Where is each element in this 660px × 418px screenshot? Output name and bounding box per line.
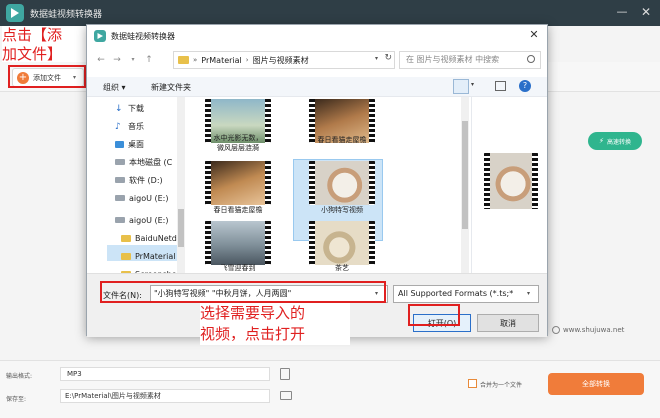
nav-item-label: aigoU (E:) bbox=[129, 215, 169, 225]
video-thumbnail[interactable] bbox=[205, 221, 271, 265]
fast-convert-label: 高速转换 bbox=[606, 138, 631, 146]
nav-item-label: BaiduNetd bbox=[135, 233, 177, 243]
breadcrumb-prmaterial[interactable]: PrMaterial bbox=[201, 56, 241, 65]
video-thumbnail[interactable] bbox=[205, 161, 271, 205]
nav-item-label: 桌面 bbox=[128, 139, 144, 149]
nav-item[interactable]: 桌面 bbox=[115, 137, 144, 151]
nav-item-label: 本地磁盘 (C bbox=[129, 157, 173, 167]
dialog-nav-bar: ← → ▾ ↑ » PrMaterial › 图片与视频素材 ▾ ↻ 在 图片与… bbox=[87, 51, 547, 71]
nav-item[interactable]: PrMaterial bbox=[121, 249, 175, 263]
nav-item[interactable]: 本地磁盘 (C bbox=[115, 155, 172, 169]
new-folder-button[interactable]: 新建文件夹 bbox=[151, 82, 191, 93]
file-type-select[interactable]: All Supported Formats (*.ts;* bbox=[393, 285, 539, 303]
file-label[interactable]: 水中光影无数， 微风层层涟漪 bbox=[190, 133, 286, 153]
file-label[interactable]: 飞雪迎春到 bbox=[190, 263, 286, 273]
cancel-button[interactable]: 取消 bbox=[477, 314, 539, 332]
add-file-callout: 点击【添 加文件】 bbox=[2, 26, 92, 64]
nav-item-label: PrMaterial bbox=[135, 251, 176, 261]
disk-icon bbox=[115, 159, 125, 165]
breadcrumb-separator: › bbox=[245, 56, 249, 64]
dialog-titlebar: 数据蛙视频转换器 ✕ bbox=[87, 25, 547, 47]
merge-checkbox[interactable] bbox=[468, 379, 477, 388]
preview-pane bbox=[471, 97, 547, 273]
folder-icon bbox=[178, 56, 189, 64]
close-icon[interactable]: ✕ bbox=[638, 4, 654, 20]
breadcrumb-separator: » bbox=[193, 56, 198, 64]
file-label[interactable]: 春日看猫走屋檐 bbox=[190, 205, 286, 215]
download-icon: ↓ bbox=[115, 103, 123, 114]
app-title: 数据蛙视频转换器 bbox=[30, 10, 103, 20]
search-input[interactable]: 在 图片与视频素材 中搜索 bbox=[399, 51, 541, 69]
open-button-highlight-frame bbox=[408, 304, 460, 326]
video-thumbnail[interactable] bbox=[309, 221, 375, 265]
file-label[interactable]: 茶艺 bbox=[294, 263, 390, 273]
desktop-icon bbox=[115, 140, 124, 148]
watermark-text: www.shujuwa.net bbox=[563, 326, 625, 334]
nav-item[interactable]: ♪ 音乐 bbox=[115, 119, 144, 133]
files-scrollbar-thumb[interactable] bbox=[462, 121, 468, 229]
merge-label: 合并为一个文件 bbox=[480, 382, 523, 389]
filename-highlight-frame bbox=[100, 281, 386, 303]
output-format-select[interactable]: MP3 bbox=[60, 367, 270, 381]
app-logo-icon bbox=[6, 4, 24, 22]
nav-item[interactable]: BaiduNetd bbox=[121, 231, 177, 245]
forward-arrow-icon[interactable]: → bbox=[111, 53, 123, 67]
recent-locations-icon[interactable]: ▾ bbox=[127, 53, 139, 67]
nav-item[interactable]: 软件 (D:) bbox=[115, 173, 163, 187]
file-label[interactable]: 春日看猫走屋檐 bbox=[294, 135, 390, 145]
watermark: www.shujuwa.net bbox=[552, 326, 624, 334]
search-icon[interactable] bbox=[527, 55, 535, 63]
nav-item-label: 下载 bbox=[128, 103, 144, 113]
dialog-title: 数据蛙视频转换器 bbox=[111, 32, 175, 41]
nav-item-label: 软件 (D:) bbox=[129, 175, 163, 185]
help-icon[interactable]: ? bbox=[519, 80, 531, 92]
preview-thumbnail bbox=[484, 153, 538, 209]
usb-icon bbox=[115, 195, 125, 201]
minimize-icon[interactable]: — bbox=[614, 4, 630, 20]
dialog-command-bar: 组织 ▾ 新建文件夹 ▾ ? bbox=[87, 77, 547, 97]
instruction-line-1: 选择需要导入的 bbox=[200, 304, 306, 322]
add-file-highlight-frame bbox=[8, 65, 86, 88]
nav-item[interactable]: ↓ 下载 bbox=[115, 101, 144, 115]
output-format-label: 输出格式: bbox=[6, 373, 33, 380]
address-bar[interactable]: » PrMaterial › 图片与视频素材 ▾ ↻ bbox=[173, 51, 395, 69]
save-to-path-field[interactable]: E:\PrMaterial\图片与视频素材 bbox=[60, 389, 270, 403]
save-to-label: 保存至: bbox=[6, 396, 27, 403]
view-mode-icon[interactable] bbox=[453, 79, 469, 94]
file-label[interactable]: 小狗特写视频 bbox=[294, 205, 390, 215]
app-bottom-bar: 输出格式: MP3 保存至: E:\PrMaterial\图片与视频素材 合并为… bbox=[0, 360, 660, 418]
chevron-down-icon[interactable]: ▾ bbox=[527, 290, 530, 297]
folder-icon[interactable] bbox=[280, 391, 292, 400]
app-logo-icon bbox=[94, 30, 106, 42]
nav-item[interactable]: aigoU (E:) bbox=[115, 213, 169, 227]
nav-item[interactable]: aigoU (E:) bbox=[115, 191, 169, 205]
up-arrow-icon[interactable]: ↑ bbox=[143, 53, 155, 67]
folder-icon bbox=[121, 252, 131, 260]
disk-icon bbox=[115, 177, 125, 183]
chevron-down-icon[interactable]: ▾ bbox=[471, 81, 474, 88]
callout-line-1: 点击【添 bbox=[2, 26, 63, 44]
nav-item-label: aigoU (E:) bbox=[129, 193, 169, 203]
organize-menu[interactable]: 组织 ▾ bbox=[103, 82, 126, 93]
nav-scrollbar-thumb[interactable] bbox=[178, 209, 184, 247]
app-titlebar: 数据蛙视频转换器 — ✕ bbox=[0, 0, 660, 26]
instruction-callout: 选择需要导入的 视频，点击打开 bbox=[200, 303, 350, 345]
chevron-down-icon[interactable]: ▾ bbox=[375, 55, 378, 62]
back-arrow-icon[interactable]: ← bbox=[95, 53, 107, 67]
music-icon: ♪ bbox=[115, 121, 121, 132]
globe-icon bbox=[552, 326, 560, 334]
usb-icon bbox=[115, 217, 125, 223]
nav-item-label: 音乐 bbox=[128, 121, 144, 131]
file-settings-icon[interactable] bbox=[280, 368, 290, 380]
fast-convert-button[interactable]: ⚡ 高速转换 bbox=[588, 132, 642, 150]
refresh-icon[interactable]: ↻ bbox=[384, 53, 392, 63]
convert-all-button[interactable]: 全部转换 bbox=[548, 373, 644, 395]
video-thumbnail[interactable] bbox=[309, 161, 375, 205]
lightning-icon: ⚡ bbox=[599, 137, 604, 145]
breadcrumb-current[interactable]: 图片与视频素材 bbox=[253, 55, 309, 66]
preview-pane-icon[interactable] bbox=[495, 81, 506, 91]
folder-icon bbox=[121, 234, 131, 242]
close-icon[interactable]: ✕ bbox=[525, 27, 543, 43]
instruction-line-2: 视频，点击打开 bbox=[200, 325, 306, 343]
